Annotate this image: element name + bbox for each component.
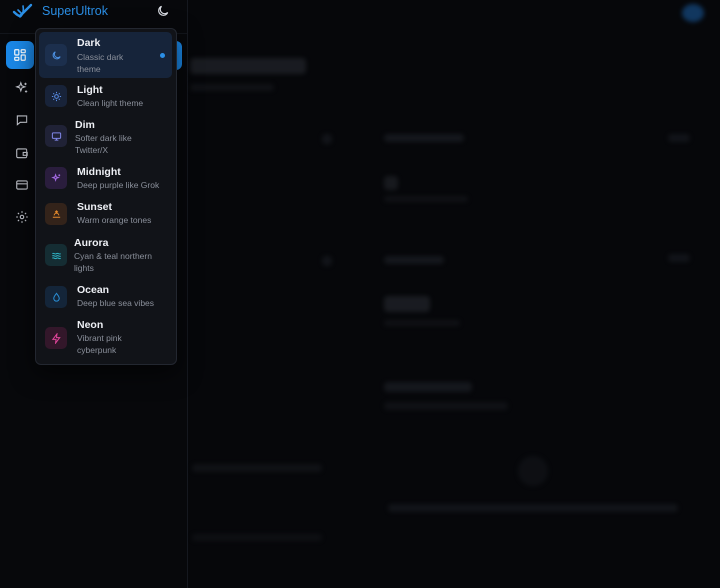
dashboard-icon xyxy=(14,49,26,61)
card2-action-placeholder xyxy=(668,254,690,262)
theme-toggle-moon-icon[interactable] xyxy=(156,4,170,18)
card-icon-placeholder xyxy=(322,134,332,144)
card-caption-placeholder xyxy=(384,196,468,202)
sidebar-item-wallet[interactable] xyxy=(8,139,36,167)
brand[interactable]: SuperUltrok xyxy=(12,0,182,22)
avatar xyxy=(682,4,704,22)
sidebar-item-settings[interactable] xyxy=(8,203,36,231)
sparkle-icon xyxy=(45,167,67,189)
sidebar-item-ai[interactable] xyxy=(8,74,36,102)
theme-option-title: Aurora xyxy=(74,237,109,249)
gear-icon xyxy=(16,211,28,223)
waves-icon xyxy=(45,244,67,266)
theme-option-light[interactable]: Light Clean light theme xyxy=(39,81,172,111)
theme-option-desc: Softer dark like Twitter/X xyxy=(75,133,132,155)
card2-value-placeholder xyxy=(384,296,430,312)
theme-option-midnight[interactable]: Midnight Deep purple like Grok xyxy=(39,163,172,193)
chat-icon xyxy=(16,115,28,126)
theme-option-desc: Deep blue sea vibes xyxy=(77,298,155,308)
card3-caption-placeholder xyxy=(384,402,508,410)
theme-option-title: Ocean xyxy=(77,284,110,296)
theme-option-title: Neon xyxy=(77,319,104,331)
theme-option-title: Sunset xyxy=(77,201,113,213)
theme-option-dark[interactable]: Dark Classic dark theme xyxy=(39,32,172,78)
theme-option-desc: Cyan & teal northern lights xyxy=(74,251,152,273)
main-content-blurred xyxy=(188,0,720,588)
empty-state-text-placeholder xyxy=(388,504,678,512)
theme-option-title: Dark xyxy=(77,37,101,49)
theme-option-title: Dim xyxy=(75,119,95,131)
sidebar-item-billing[interactable] xyxy=(8,171,36,199)
zap-icon xyxy=(45,327,67,349)
theme-option-dim[interactable]: Dim Softer dark like Twitter/X xyxy=(39,116,172,158)
card2-icon-placeholder xyxy=(322,256,332,266)
card-label-placeholder xyxy=(384,134,464,142)
monitor-icon xyxy=(45,125,67,147)
sunset-icon xyxy=(45,203,67,225)
theme-dropdown-menu: Dark Classic dark theme Light Clean ligh… xyxy=(35,28,177,365)
theme-option-aurora[interactable]: Aurora Cyan & teal northern lights xyxy=(39,234,172,276)
section-label-placeholder xyxy=(192,464,322,472)
page-subtitle-placeholder xyxy=(190,84,274,91)
sidebar-item-chat[interactable] xyxy=(8,106,36,134)
card2-label-placeholder xyxy=(384,256,444,264)
card2-caption-placeholder xyxy=(384,320,460,326)
theme-option-title: Midnight xyxy=(77,166,121,178)
card-value-placeholder xyxy=(384,176,398,190)
sparkles-icon xyxy=(15,81,28,93)
sun-icon xyxy=(45,85,67,107)
theme-option-desc: Vibrant pink cyberpunk xyxy=(77,333,122,355)
card3-label-placeholder xyxy=(384,382,472,392)
theme-option-desc: Deep purple like Grok xyxy=(77,180,160,190)
card-action-placeholder xyxy=(668,134,690,142)
theme-option-desc: Classic dark theme xyxy=(77,52,124,74)
logo-icon xyxy=(12,3,33,18)
sidebar-item-dashboard[interactable] xyxy=(6,41,34,69)
theme-option-desc: Clean light theme xyxy=(77,98,144,108)
selected-indicator xyxy=(160,53,165,58)
wallet-icon xyxy=(16,148,28,159)
footer-placeholder xyxy=(192,534,322,541)
theme-option-title: Light xyxy=(77,84,103,96)
theme-option-neon[interactable]: Neon Vibrant pink cyberpunk xyxy=(39,317,172,359)
moon-icon xyxy=(45,44,67,66)
page-title-placeholder xyxy=(190,58,306,74)
credit-card-icon xyxy=(16,180,28,190)
droplet-icon xyxy=(45,286,67,308)
empty-state-icon-placeholder xyxy=(518,456,548,486)
theme-option-ocean[interactable]: Ocean Deep blue sea vibes xyxy=(39,282,172,312)
theme-option-desc: Warm orange tones xyxy=(77,215,152,225)
app-name: SuperUltrok xyxy=(42,4,108,18)
theme-option-sunset[interactable]: Sunset Warm orange tones xyxy=(39,199,172,229)
